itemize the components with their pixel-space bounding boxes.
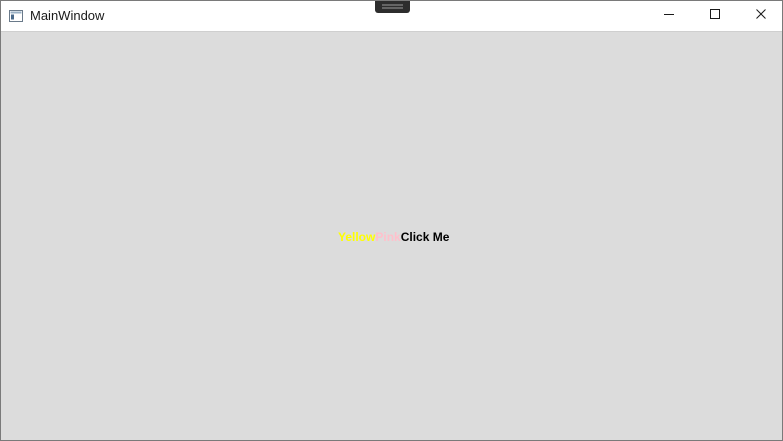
maximize-icon (709, 7, 721, 25)
window-title: MainWindow (30, 8, 105, 23)
main-window: MainWindow YellowPinkClick Me (0, 0, 783, 441)
minimize-icon (663, 7, 675, 25)
app-window-icon (9, 9, 23, 22)
snap-layout-grip[interactable] (375, 1, 410, 13)
minimize-button[interactable] (646, 1, 692, 31)
maximize-button[interactable] (692, 1, 738, 31)
close-icon (755, 7, 767, 25)
close-button[interactable] (738, 1, 782, 31)
window-client-area: YellowPinkClick Me (1, 32, 782, 440)
title-bar[interactable]: MainWindow (1, 1, 782, 32)
pink-text-run: Pink (375, 230, 401, 244)
click-me-text-run[interactable]: Click Me (401, 230, 450, 244)
yellow-text-run: Yellow (338, 230, 376, 244)
click-me-button[interactable]: YellowPinkClick Me (338, 230, 449, 244)
